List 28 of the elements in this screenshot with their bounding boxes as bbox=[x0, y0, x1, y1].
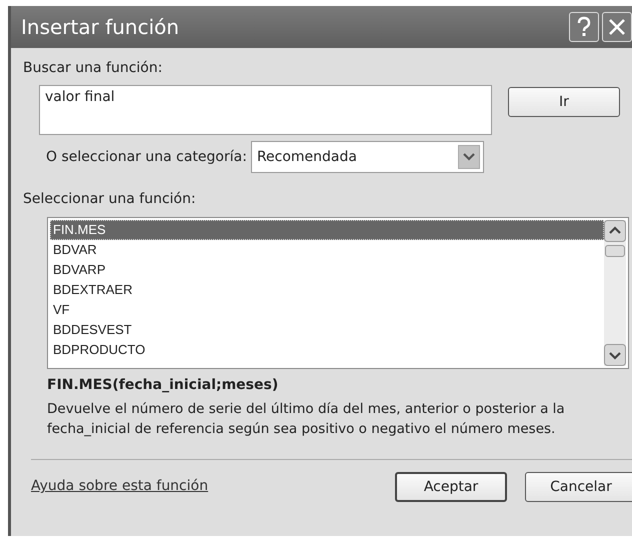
help-button[interactable] bbox=[569, 12, 599, 42]
search-field[interactable]: valor final bbox=[39, 85, 492, 135]
window-title: Insertar función bbox=[21, 15, 180, 39]
go-button[interactable]: Ir bbox=[508, 87, 620, 117]
category-dropdown[interactable]: Recomendada bbox=[250, 141, 484, 173]
ok-button[interactable]: Aceptar bbox=[395, 472, 507, 502]
function-item[interactable]: BDVARP bbox=[50, 260, 604, 280]
function-item[interactable]: BDVAR bbox=[50, 240, 604, 260]
help-icon bbox=[575, 16, 593, 38]
function-item[interactable]: BDPRODUCTO bbox=[50, 340, 604, 360]
close-icon bbox=[607, 17, 627, 37]
close-button[interactable] bbox=[602, 12, 632, 42]
function-signature: FIN.MES(fecha_inicial;meses) bbox=[47, 377, 280, 393]
help-link[interactable]: Ayuda sobre esta función bbox=[31, 478, 208, 494]
category-label: O seleccionar una categoría: bbox=[46, 149, 247, 165]
scroll-thumb[interactable] bbox=[605, 245, 625, 257]
function-item[interactable]: BDEXTRAER bbox=[50, 280, 604, 300]
function-item[interactable]: BDDESVEST bbox=[50, 320, 604, 340]
function-description: Devuelve el número de serie del último día del mes, anterior o posterior a la fecha_inicial de referencia según sea positivo o negativo el número meses. bbox=[47, 400, 566, 439]
scroll-down-icon[interactable] bbox=[604, 344, 626, 366]
scroll-up-icon[interactable] bbox=[604, 220, 626, 242]
cancel-button[interactable]: Cancelar bbox=[525, 472, 632, 502]
function-item[interactable]: VF bbox=[50, 300, 604, 320]
function-list-label: Seleccionar una función: bbox=[23, 191, 197, 207]
function-item[interactable]: FIN.MES bbox=[50, 220, 604, 240]
scroll-bar[interactable] bbox=[604, 220, 626, 366]
chevron-down-icon bbox=[458, 145, 480, 169]
search-label: Buscar una función: bbox=[23, 60, 164, 76]
